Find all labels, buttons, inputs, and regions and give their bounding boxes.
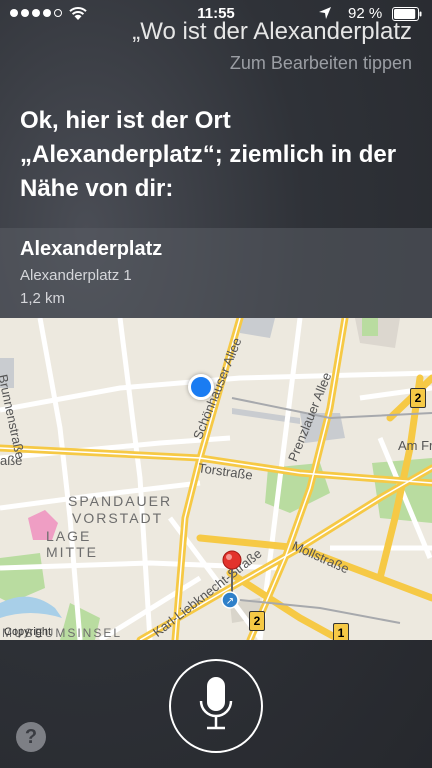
map-copyright: Copyright bbox=[4, 626, 52, 638]
map-label-lage: LAGE bbox=[46, 528, 92, 544]
place-name: Alexanderplatz bbox=[20, 238, 163, 260]
route-badge-2-east: 2 bbox=[410, 388, 426, 408]
place-address: Alexanderplatz 1 bbox=[20, 267, 132, 284]
destination-pin-icon[interactable]: ↗ bbox=[218, 550, 246, 610]
map-label-spandauer: SPANDAUER bbox=[68, 493, 173, 509]
map-label-vorstadt: VORSTADT bbox=[72, 510, 164, 526]
help-button[interactable]: ? bbox=[16, 722, 46, 752]
map-label-strasse-left: aße bbox=[0, 453, 23, 468]
map-view[interactable]: 2 2 1 Brunnenstraße Schönhauser Allee Pr… bbox=[0, 318, 432, 640]
microphone-button[interactable] bbox=[169, 659, 263, 753]
microphone-icon bbox=[199, 677, 233, 730]
user-location-dot bbox=[188, 374, 214, 400]
route-badge-2-center: 2 bbox=[249, 611, 265, 631]
place-result-card[interactable]: Alexanderplatz Alexanderplatz 1 1,2 km bbox=[0, 228, 432, 318]
tap-to-edit-hint: Zum Bearbeiten tippen bbox=[229, 53, 412, 73]
map-label-am-fr: Am Fr bbox=[398, 438, 432, 453]
place-distance: 1,2 km bbox=[20, 290, 66, 307]
svg-text:↗: ↗ bbox=[226, 596, 234, 607]
siri-response-text: Ok, hier ist der Ort „Alexanderplatz“; z… bbox=[20, 107, 397, 202]
map-label-mitte: MITTE bbox=[46, 544, 98, 560]
route-badge-1: 1 bbox=[333, 623, 349, 640]
siri-spoken-query[interactable]: „Wo ist der Alexanderplatz bbox=[0, 18, 412, 46]
